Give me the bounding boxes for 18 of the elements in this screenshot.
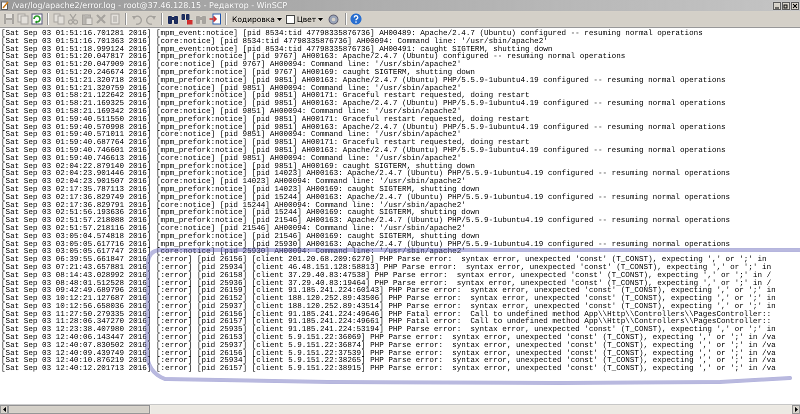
scrollbar-thumb[interactable] xyxy=(8,405,150,414)
edit-icon xyxy=(1,1,9,10)
left-arrow-icon xyxy=(2,407,6,412)
right-arrow-icon xyxy=(794,407,798,412)
help-icon[interactable] xyxy=(350,13,362,25)
caret-icon xyxy=(276,18,282,20)
window-title: /var/log/apache2/error.log - root@37.46.128.15 - Редактор - WinSCP xyxy=(12,0,288,11)
refresh-icon[interactable] xyxy=(31,13,43,25)
scroll-left-button[interactable] xyxy=(0,405,8,414)
checkbox[interactable] xyxy=(286,14,295,24)
restore-icon[interactable] xyxy=(782,2,790,10)
scroll-right-button[interactable] xyxy=(792,405,800,414)
close-icon[interactable] xyxy=(791,2,799,10)
caret-icon xyxy=(318,18,324,20)
binoculars-icon[interactable] xyxy=(181,13,193,25)
binoculars-icon[interactable] xyxy=(167,13,179,25)
minimize-icon[interactable] xyxy=(773,2,781,10)
arrow-icon[interactable] xyxy=(209,13,221,25)
